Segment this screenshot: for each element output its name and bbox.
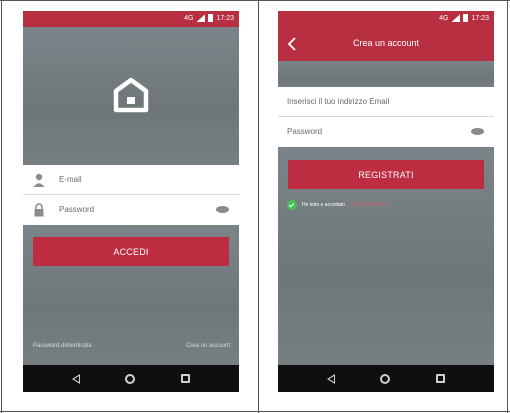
email-placeholder: Inserisci il tuo indirizzo Email [287,97,390,106]
signal-icon [451,14,461,22]
status-bar: 4G 17:23 [278,11,494,27]
password-field[interactable]: Password [278,117,494,147]
login-button[interactable]: ACCEDI [33,237,229,266]
user-icon [33,173,45,187]
signal-icon [196,14,206,22]
forgot-password-link[interactable]: Password dimenticata [33,343,92,349]
battery-icon [208,14,214,22]
nav-recent-icon[interactable] [181,374,191,383]
eye-icon[interactable] [471,128,484,135]
email-placeholder: E-mail [59,175,82,184]
grid-line-right [507,0,508,413]
nav-back-icon[interactable] [71,373,80,384]
login-hero [23,27,239,165]
terms-text: Ho letto e accettato [302,202,346,208]
register-button[interactable]: REGISTRATI [288,160,484,189]
create-account-link[interactable]: Crea un account [186,343,230,349]
terms-link[interactable]: Termini e Privacy [350,202,388,208]
status-time: 17:23 [216,14,234,22]
status-bar: 4G 17:23 [23,11,239,27]
lock-icon [34,203,44,217]
grid-line-left [1,0,2,413]
page-title: Crea un account [352,38,420,48]
terms-row: Ho letto e accettato Termini e Privacy [287,200,388,210]
network-label: 4G [184,14,194,22]
app-header: Crea un account [278,27,494,61]
nav-recent-icon[interactable] [436,374,446,383]
network-label: 4G [439,14,449,22]
grid-line-middle [258,0,259,413]
nav-home-icon[interactable] [125,373,136,384]
check-icon[interactable] [287,200,297,210]
nav-home-icon[interactable] [380,373,391,384]
password-placeholder: Password [287,127,323,136]
status-time: 17:23 [471,14,489,22]
eye-icon[interactable] [216,206,229,213]
register-screen: 4G 17:23 Crea un account Inserisci il tu… [278,11,494,392]
email-field[interactable]: E-mail [23,165,239,195]
nav-back-icon[interactable] [326,373,335,384]
nav-bar [23,365,239,392]
home-logo-icon [113,77,149,113]
login-screen: 4G 17:23 E-mail Password ACCEDI Password… [23,11,239,392]
grid-line-top [0,0,510,1]
email-field[interactable]: Inserisci il tuo indirizzo Email [278,87,494,117]
grid-line-bottom [0,411,510,412]
register-top-band [278,61,494,87]
password-field[interactable]: Password [23,195,239,225]
nav-bar [278,365,494,392]
password-placeholder: Password [59,205,95,214]
battery-icon [463,14,469,22]
